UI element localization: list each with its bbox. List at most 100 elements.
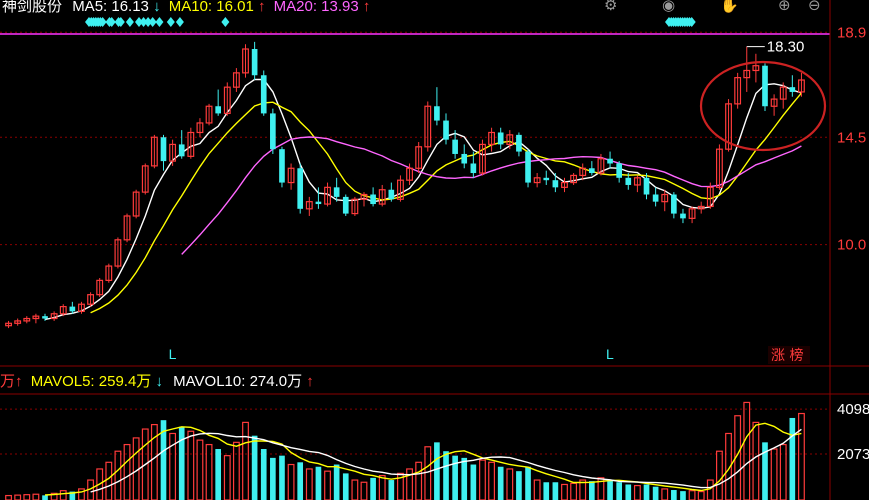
candle-body-57 [525, 151, 531, 183]
volume-bar-77 [706, 479, 714, 500]
volume-bar-52 [479, 459, 486, 500]
mavol-lines [44, 422, 802, 496]
high-marker-label: 18.30 [767, 39, 805, 56]
volume-bar-73 [671, 490, 677, 500]
ma5-arrow: ↓ [153, 0, 161, 15]
candle-body-74 [680, 213, 686, 219]
volume-bar-71 [652, 486, 659, 500]
eye-icon[interactable]: ◉ [662, 0, 675, 14]
candle-body-4 [42, 316, 48, 319]
candle-body-36 [333, 187, 340, 197]
volume-bar-61 [561, 483, 568, 500]
hand-icon[interactable]: ✋ [720, 0, 739, 14]
signal-diamond-17 [166, 17, 175, 27]
volume-bar-56 [516, 471, 522, 500]
candle-body-59 [543, 177, 550, 181]
candle-body-68 [625, 177, 632, 185]
candle-body-70 [643, 177, 650, 195]
volume-bar-62 [570, 482, 578, 500]
volume-bar-64 [589, 481, 595, 500]
svg-text:万↑ MAVOL5: 259.4万 ↓: 万↑ MAVOL5: 259.4万 ↓ MAVOL10: 274.0万 ↑ [0, 373, 314, 390]
volume-bar-59 [543, 482, 550, 500]
volume-bar-2 [23, 494, 31, 500]
candle-body-17 [160, 137, 167, 162]
ma10-label: MA10: 16.01 [169, 0, 254, 15]
kline-chart[interactable]: 神剑股份 MA5: 16.13 ↓ MA10: 16.01 ↑ MA20: 13… [0, 0, 869, 500]
candle-body-71 [652, 194, 659, 202]
volume-tick-0: 4098 [837, 401, 869, 418]
candle-body-50 [461, 153, 468, 164]
price-axis: 18.9 14.5 10.0 [837, 24, 866, 253]
candle-body-19 [178, 144, 185, 157]
limit-badge[interactable]: 涨 榜 [771, 347, 803, 364]
volume-bar-60 [552, 482, 559, 500]
plus-icon[interactable]: ⊕ [778, 0, 791, 14]
volume-bar-0 [5, 494, 12, 500]
volume-bar-76 [697, 490, 705, 500]
volume-bar-54 [497, 466, 504, 500]
volume-bar-41 [378, 475, 386, 500]
signal-diamond-19 [221, 17, 230, 27]
volume-bar-26 [242, 421, 249, 500]
mavol5-label: MAVOL5: 259.4万 [31, 373, 152, 390]
volume-bar-11 [105, 461, 113, 500]
volume-bar-46 [424, 446, 432, 500]
signal-diamond-16 [155, 17, 164, 27]
candle-body-37 [342, 196, 349, 214]
candle-body-27 [251, 49, 258, 76]
volume-bar-28 [260, 449, 267, 500]
volume-bar-47 [434, 442, 440, 500]
volume-bar-86 [789, 417, 796, 500]
volume-bar-53 [488, 461, 496, 500]
volume-bar-6 [59, 490, 67, 500]
volume-bar-70 [643, 484, 650, 500]
volume-bar-82 [752, 421, 760, 500]
volume-bar-81 [743, 401, 751, 500]
svg-text:神剑股份 MA5: 16.13 ↓: 神剑股份 MA5: 16.13 ↓ MA10: 16.01 ↑ MA20: 13… [2, 0, 370, 15]
candle-body-48 [443, 120, 449, 140]
gear-icon[interactable]: ⚙ [604, 0, 617, 14]
volume-bar-40 [370, 477, 376, 500]
signal-diamond-18 [175, 17, 184, 27]
volume-bar-58 [533, 479, 541, 500]
volume-bar-57 [525, 466, 531, 500]
volume-bar-35 [324, 470, 331, 500]
volume-bar-78 [715, 450, 723, 500]
mavol5-arrow: ↓ [155, 373, 163, 390]
volume-bar-55 [506, 468, 514, 500]
price-tick-2: 10.0 [837, 237, 866, 254]
candle-body-29 [270, 113, 276, 150]
mavol-line-mavol5 [44, 422, 802, 496]
volume-bar-85 [779, 443, 787, 500]
volume-bar-20 [187, 430, 195, 500]
candle-body-28 [260, 75, 267, 114]
volume-bar-22 [205, 443, 213, 500]
volume-bar-25 [232, 441, 240, 500]
volume-bar-29 [270, 457, 276, 500]
volume-bar-48 [443, 451, 449, 500]
candle-body-86 [789, 87, 796, 92]
ma10-arrow: ↑ [258, 0, 266, 15]
volume-bar-68 [625, 484, 632, 500]
minus-icon[interactable]: ⊖ [808, 0, 821, 14]
volume-bar-1 [14, 494, 22, 500]
ma-line-ma5 [44, 78, 802, 321]
ma-lines [44, 78, 802, 321]
candle-body-32 [297, 168, 304, 209]
volume-bar-31 [287, 463, 295, 500]
candle-body-40 [370, 194, 376, 205]
volume-bar-74 [680, 491, 686, 500]
volume-bar-45 [415, 461, 423, 500]
candles [5, 41, 805, 329]
volume-bar-13 [123, 443, 131, 500]
volume-bar-38 [351, 479, 359, 500]
volume-bar-72 [661, 488, 669, 500]
volume-bar-4 [42, 495, 48, 500]
candle-body-47 [434, 106, 440, 121]
price-tick-1: 14.5 [837, 129, 866, 146]
grid-lines [0, 0, 869, 500]
volume-bar-87 [798, 412, 805, 500]
volume-bar-8 [78, 488, 85, 500]
candle-body-30 [279, 149, 285, 183]
candle-body-7 [69, 306, 76, 312]
